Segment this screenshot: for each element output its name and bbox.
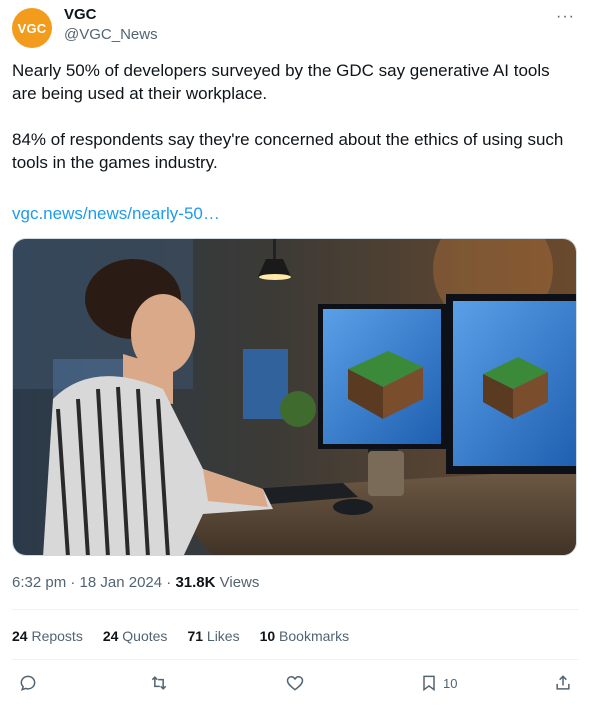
divider	[12, 609, 579, 610]
quotes-stat[interactable]: 24 Quotes	[103, 628, 168, 644]
bookmarks-stat[interactable]: 10 Bookmarks	[260, 628, 350, 644]
share-icon	[556, 675, 570, 690]
share-button[interactable]	[553, 673, 573, 693]
more-options-icon[interactable]: ···	[556, 8, 575, 26]
avatar-logo-text: VGC	[17, 20, 47, 36]
divider	[12, 659, 579, 660]
avatar[interactable]: VGC	[12, 8, 52, 48]
bookmark-button[interactable]: 10	[419, 673, 457, 693]
engagement-stats: 24 Reposts 24 Quotes 71 Likes 10 Bookmar…	[12, 628, 369, 644]
action-bar: 10	[12, 673, 579, 701]
timestamp[interactable]: 6:32 pm · 18 Jan 2024 ·	[12, 574, 175, 591]
heart-icon	[286, 675, 304, 691]
retweet-icon	[151, 676, 167, 690]
views-count: 31.8K	[175, 574, 216, 591]
author-display-name[interactable]: VGC	[64, 6, 97, 23]
reposts-stat[interactable]: 24 Reposts	[12, 628, 83, 644]
tweet-text-paragraph: Nearly 50% of developers surveyed by the…	[12, 61, 550, 103]
likes-stat[interactable]: 71 Likes	[187, 628, 239, 644]
bookmark-icon	[423, 675, 435, 692]
bookmark-count: 10	[443, 675, 458, 691]
repost-button[interactable]	[149, 673, 169, 693]
reply-icon	[20, 675, 36, 691]
tweet-meta: 6:32 pm · 18 Jan 2024 · 31.8K Views	[12, 574, 259, 591]
tweet-header: VGC VGC @VGC_News ···	[12, 6, 579, 50]
office-photo	[13, 239, 576, 555]
author-handle[interactable]: @VGC_News	[64, 26, 158, 43]
like-button[interactable]	[285, 673, 305, 693]
tweet-text: Nearly 50% of developers surveyed by the…	[12, 59, 572, 174]
article-link[interactable]: vgc.news/news/nearly-50…	[12, 204, 220, 224]
reply-button[interactable]	[18, 673, 38, 693]
tweet-media-image[interactable]	[12, 238, 577, 556]
tweet-text-paragraph: 84% of respondents say they're concerned…	[12, 130, 564, 172]
views-label: Views	[215, 574, 260, 591]
